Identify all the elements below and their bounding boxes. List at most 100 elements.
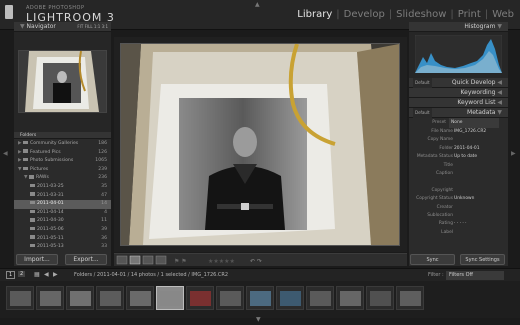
folder-icon [30, 218, 35, 222]
navigator-header[interactable]: ▼ Navigator FIT FILL 1:1 3:1 [14, 22, 111, 32]
folder-count: 36 [101, 235, 107, 241]
filmstrip-thumbnail[interactable] [216, 286, 244, 310]
module-library[interactable]: Library [295, 9, 334, 20]
histogram-header[interactable]: Histogram ▼ [409, 22, 508, 32]
quick-develop-header[interactable]: Default Quick Develop ◀ [409, 78, 508, 88]
filmstrip-thumbnail[interactable] [306, 286, 334, 310]
bottom-panel-toggle-icon[interactable]: ▼ [256, 316, 261, 323]
thumbnail-image [10, 291, 31, 306]
metadata-value[interactable]: Unknown [454, 195, 474, 203]
keyword-list-header[interactable]: Keyword List ◀ [409, 98, 508, 108]
metadata-value[interactable]: · · · · · [454, 220, 467, 228]
folder-row[interactable]: 2011-03-31 47 [14, 192, 111, 201]
folder-icon [30, 235, 35, 239]
module-print[interactable]: Print [456, 9, 483, 20]
folder-row[interactable]: 2011-04-14 4 [14, 209, 111, 218]
filmstrip-thumbnail[interactable] [36, 286, 64, 310]
filmstrip-thumbnail[interactable] [276, 286, 304, 310]
folder-row[interactable]: ▶ Photo Submissions 1065 [14, 157, 111, 166]
metadata-value[interactable]: IMG_1726.CR2 [454, 128, 486, 136]
filmstrip-thumbnail[interactable] [336, 286, 364, 310]
module-slideshow[interactable]: Slideshow [394, 9, 448, 20]
module-web[interactable]: Web [490, 9, 516, 20]
filmstrip-thumbnail[interactable] [156, 286, 184, 310]
filmstrip-thumbnail[interactable] [126, 286, 154, 310]
filmstrip-source-path[interactable]: Folders / 2011-04-01 / 14 photos / 1 sel… [74, 272, 228, 278]
back-arrow-icon[interactable]: ◀ [44, 271, 49, 278]
folder-icon [30, 183, 35, 188]
thumbnail-image [370, 291, 391, 306]
keywording-header[interactable]: Keywording ◀ [409, 88, 508, 98]
folder-row[interactable]: 2011-04-30 11 [14, 217, 111, 226]
quick-develop-preset[interactable]: Default [413, 78, 432, 88]
folder-row[interactable]: 2011-04-01 14 [14, 200, 111, 209]
folder-count: 14 [101, 201, 107, 207]
folder-name: 2011-04-01 [37, 201, 64, 207]
filmstrip-thumbnail[interactable] [66, 286, 94, 310]
folder-name: Photo Submissions [30, 158, 74, 164]
thumbnail-image [400, 291, 421, 306]
thumbnail-image [220, 291, 241, 306]
navigator-thumbnail[interactable] [18, 50, 107, 113]
folder-row[interactable]: 2011-05-13 33 [14, 243, 111, 252]
export-button[interactable]: Export... [65, 254, 107, 265]
folder-row[interactable]: 2011-05-11 36 [14, 235, 111, 244]
forward-arrow-icon[interactable]: ▶ [53, 271, 58, 278]
metadata-key: Metadata Status [416, 154, 453, 160]
module-picker: Library | Develop | Slideshow | Print | … [295, 9, 516, 20]
right-panel-toggle-icon[interactable]: ▶ [511, 150, 516, 157]
zoom-1to1[interactable]: 1:1 [94, 24, 100, 29]
folder-count: 4 [104, 209, 107, 215]
folder-count: 236 [98, 175, 107, 181]
zoom-3to1[interactable]: 3:1 [102, 24, 108, 29]
metadata-row: Copy Name [409, 136, 508, 144]
folder-row[interactable]: ▼ Pictures 239 [14, 166, 111, 175]
module-develop[interactable]: Develop [342, 9, 387, 20]
metadata-key: Copyright Status [416, 196, 453, 202]
folder-list: ▶ Community Galleries 186 ▶ Featured Pics 1… [14, 139, 111, 252]
filter-select[interactable]: Filters Off [446, 271, 504, 280]
thumbnail-image [100, 291, 121, 306]
folder-row[interactable]: 2011-05-06 39 [14, 226, 111, 235]
thumbnail-image [130, 291, 151, 306]
filmstrip-thumbnail[interactable] [6, 286, 34, 310]
zoom-fill[interactable]: FILL [85, 24, 93, 29]
preset-select[interactable]: None [449, 118, 499, 128]
folder-icon [23, 166, 28, 171]
folder-row[interactable]: 2011-03-25 35 [14, 183, 111, 192]
filmstrip-thumbnail[interactable] [246, 286, 274, 310]
expand-triangle-icon: ◀ [497, 99, 502, 106]
metadata-value[interactable]: Up to date [454, 153, 477, 161]
metadata-row: Metadata Status Up to date [409, 153, 508, 161]
histogram-chart [414, 34, 503, 74]
metadata-value[interactable]: 2011-04-01 [454, 145, 480, 153]
grid-view-icon[interactable]: ▦ [34, 271, 40, 278]
main-photo[interactable] [120, 43, 400, 246]
metadata-key: Creator [436, 204, 453, 210]
filmstrip-thumbnail[interactable] [96, 286, 124, 310]
metadata-key: Sublocation [427, 212, 453, 218]
filmstrip-thumbnail[interactable] [366, 286, 394, 310]
sync-settings-button[interactable]: Sync Settings [460, 254, 505, 265]
page-1-button[interactable]: 1 [6, 271, 16, 279]
filmstrip-thumbnail[interactable] [186, 286, 214, 310]
metadata-view-select[interactable]: Default [413, 108, 432, 118]
thumbnail-image [190, 291, 211, 306]
thumbnail-image [340, 291, 361, 306]
filmstrip-thumbnail[interactable] [396, 286, 424, 310]
folder-count: 239 [98, 166, 107, 172]
folder-row[interactable]: ▶ Featured Pics 126 [14, 149, 111, 158]
left-panel-toggle-icon[interactable]: ◀ [3, 150, 8, 157]
zoom-fit[interactable]: FIT [77, 24, 83, 29]
folder-row[interactable]: ▶ Community Galleries 186 [14, 140, 111, 149]
preset-row: Preset None [409, 118, 508, 128]
folder-row[interactable]: ▼ RAWs 236 [14, 174, 111, 183]
page-2-button[interactable]: 2 [18, 271, 26, 277]
sync-button[interactable]: Sync [410, 254, 455, 265]
metadata-header[interactable]: Default Metadata ▼ [409, 108, 508, 118]
top-panel-toggle-icon[interactable]: ▲ [255, 1, 260, 8]
collapse-triangle-icon: ▼ [497, 23, 502, 30]
folders-header[interactable]: Folders [14, 132, 111, 139]
import-button[interactable]: Import... [16, 254, 58, 265]
keyword-list-title: Keyword List [457, 99, 496, 106]
